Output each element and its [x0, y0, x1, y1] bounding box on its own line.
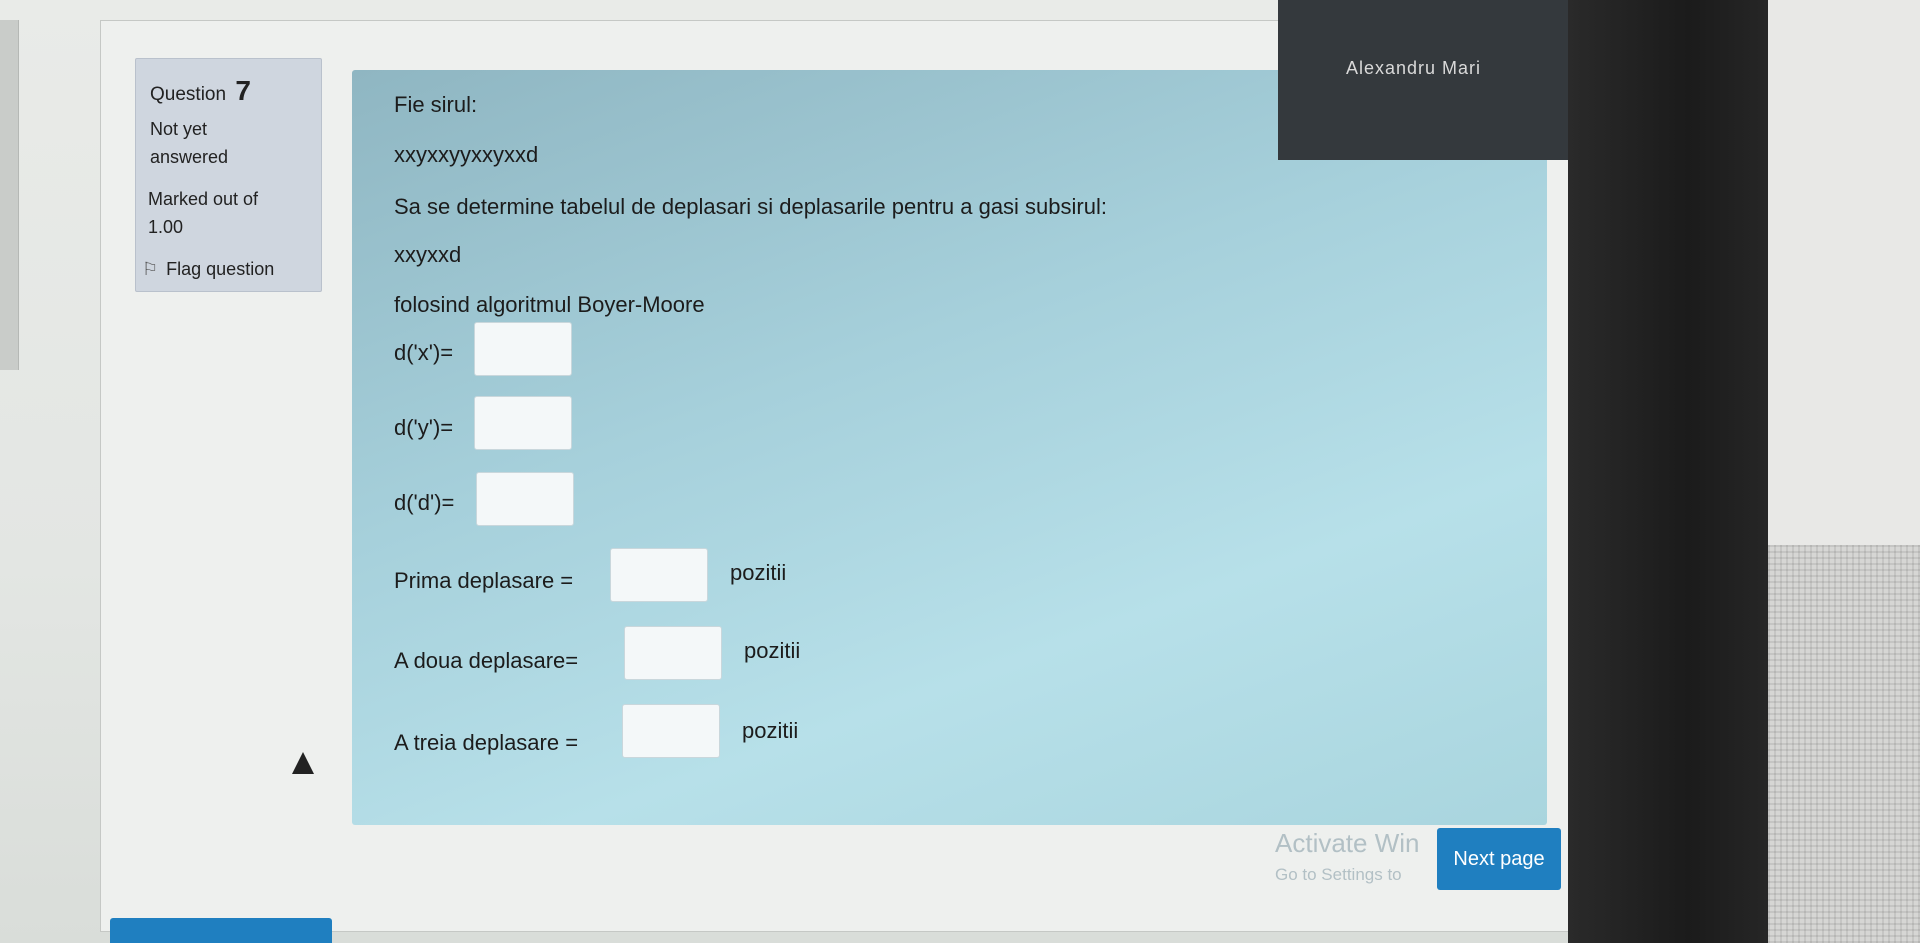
watermark-line-1: Activate Win — [1275, 828, 1420, 858]
dx-input[interactable] — [474, 322, 572, 376]
question-number: 7 — [235, 75, 251, 106]
marks-value: 1.00 — [148, 217, 184, 237]
third-shift-input[interactable] — [622, 704, 720, 758]
question-method: folosind algoritmul Boyer-Moore — [394, 292, 705, 317]
flag-icon: ⚐ — [142, 258, 159, 279]
field-label-dx: d('x')= — [394, 340, 454, 365]
status-line-2: answered — [150, 147, 229, 167]
next-page-button[interactable]: Next page — [1437, 828, 1561, 890]
question-marks: Marked out of 1.00 — [148, 185, 308, 241]
field-label-dd: d('d')= — [394, 490, 455, 515]
dd-input[interactable] — [476, 472, 574, 526]
dy-input[interactable] — [474, 396, 572, 450]
field-label-second-shift: A doua deplasare= — [394, 648, 579, 673]
question-task: Sa se determine tabelul de deplasari si … — [394, 194, 1107, 219]
second-shift-input[interactable] — [624, 626, 722, 680]
question-label: Question — [150, 84, 227, 105]
windows-activation-watermark: Activate Win Go to Settings to — [1275, 828, 1420, 885]
left-drawer-edge — [0, 20, 19, 370]
status-line-1: Not yet — [150, 119, 208, 139]
flag-question-button[interactable]: ⚐ Flag question — [142, 255, 317, 283]
user-name: Alexandru Mari — [1346, 58, 1482, 78]
monitor-bezel — [1568, 0, 1768, 943]
third-shift-suffix: pozitii — [742, 718, 799, 743]
bottom-blue-button[interactable] — [110, 918, 332, 943]
first-shift-suffix: pozitii — [730, 560, 787, 585]
question-content: Fie sirul: xxyxxyyxxyxxd Sa se determine… — [352, 70, 1547, 825]
first-shift-input[interactable] — [610, 548, 708, 602]
question-intro: Fie sirul: — [394, 92, 478, 117]
question-string: xxyxxyyxxyxxd — [394, 142, 539, 167]
field-label-third-shift: A treia deplasare = — [394, 730, 579, 755]
marks-label: Marked out of — [148, 189, 259, 209]
question-pattern: xxyxxd — [394, 242, 462, 267]
user-menu[interactable]: Alexandru Mari — [1278, 0, 1568, 160]
field-label-dy: d('y')= — [394, 415, 454, 440]
mesh-texture — [1768, 545, 1920, 943]
mouse-cursor-icon — [292, 752, 314, 774]
field-label-first-shift: Prima deplasare = — [394, 568, 574, 593]
background-outside-monitor — [1768, 0, 1920, 943]
flag-question-label: Flag question — [166, 258, 275, 279]
question-status: Not yet answered — [150, 115, 310, 171]
second-shift-suffix: pozitii — [744, 638, 801, 663]
question-number-title: Question 7 — [150, 75, 251, 107]
watermark-line-2: Go to Settings to — [1275, 865, 1402, 884]
question-info-box: Question 7 Not yet answered Marked out o… — [135, 58, 322, 292]
